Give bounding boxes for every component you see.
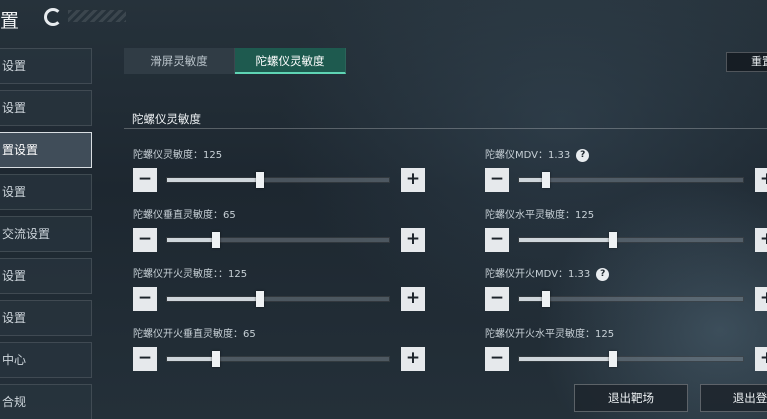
slider-handle[interactable]	[541, 172, 550, 188]
section-divider	[124, 128, 767, 129]
slider-handle[interactable]	[256, 291, 265, 307]
setting-label-text: 陀螺仪灵敏度：125	[133, 150, 223, 161]
decrease-button[interactable]: −	[485, 228, 509, 252]
slider-fill	[167, 238, 216, 242]
decrease-button[interactable]: −	[133, 168, 157, 192]
tab-bar: 滑屏灵敏度 陀螺仪灵敏度	[124, 48, 346, 74]
setting-label-text: 陀螺仪MDV：1.33	[485, 150, 571, 161]
setting-label-text: 陀螺仪开火垂直灵敏度：65	[133, 329, 256, 340]
slider-fill	[519, 238, 614, 242]
sidebar-item[interactable]: 设置	[0, 300, 92, 336]
sidebar-item[interactable]: 交流设置	[0, 216, 92, 252]
exit-range-button[interactable]: 退出靶场	[574, 384, 688, 412]
sidebar-item[interactable]: 合规	[0, 384, 92, 419]
slider-track[interactable]	[166, 291, 390, 307]
sidebar-item[interactable]: 设置	[0, 48, 92, 84]
increase-button[interactable]: +	[401, 168, 425, 192]
decrease-button[interactable]: −	[485, 168, 509, 192]
tab-gyro-sensitivity[interactable]: 陀螺仪灵敏度	[235, 48, 346, 74]
increase-button[interactable]: +	[401, 228, 425, 252]
slider-fill	[167, 297, 261, 301]
slider-track[interactable]	[166, 172, 390, 188]
decrease-button[interactable]: −	[485, 287, 509, 311]
slider-handle[interactable]	[256, 172, 265, 188]
slider-fill	[167, 178, 261, 182]
setting-label: 陀螺仪MDV：1.33?	[485, 146, 590, 162]
setting-label-text: 陀螺仪开火MDV：1.33	[485, 269, 591, 280]
increase-button[interactable]: +	[755, 228, 767, 252]
sidebar-item[interactable]: 设置	[0, 90, 92, 126]
setting-label-text: 陀螺仪水平灵敏度：125	[485, 210, 595, 221]
slider-track[interactable]	[518, 351, 744, 367]
section-title: 陀螺仪灵敏度	[132, 112, 201, 126]
decorative-stripe	[68, 10, 126, 22]
slider-fill	[519, 357, 614, 361]
sidebar-item[interactable]: 置设置	[0, 132, 92, 168]
setting-label-text: 陀螺仪开火水平灵敏度：125	[485, 329, 615, 340]
tab-swipe-sensitivity[interactable]: 滑屏灵敏度	[124, 48, 235, 74]
decrease-button[interactable]: −	[133, 228, 157, 252]
slider-track[interactable]	[166, 351, 390, 367]
setting-label: 陀螺仪开火水平灵敏度：125	[485, 325, 614, 340]
setting-label: 陀螺仪垂直灵敏度：65	[133, 206, 236, 221]
setting-label-text: 陀螺仪开火灵敏度：：125	[133, 269, 248, 280]
decrease-button[interactable]: −	[485, 347, 509, 371]
setting-label-text: 陀螺仪垂直灵敏度：65	[133, 210, 236, 221]
setting-label: 陀螺仪灵敏度：125	[133, 146, 222, 161]
logo-icon	[44, 8, 62, 26]
slider-track[interactable]	[518, 232, 744, 248]
slider-handle[interactable]	[609, 232, 618, 248]
increase-button[interactable]: +	[755, 347, 767, 371]
decrease-button[interactable]: −	[133, 347, 157, 371]
top-bar: 置	[0, 0, 130, 32]
slider-track[interactable]	[518, 291, 744, 307]
reset-button[interactable]: 重置	[726, 52, 767, 72]
increase-button[interactable]: +	[755, 287, 767, 311]
slider-handle[interactable]	[541, 291, 550, 307]
slider-track[interactable]	[166, 232, 390, 248]
slider-handle[interactable]	[211, 232, 220, 248]
increase-button[interactable]: +	[755, 168, 767, 192]
page-title: 置	[0, 10, 21, 32]
sidebar-item[interactable]: 设置	[0, 258, 92, 294]
help-icon[interactable]: ?	[576, 148, 590, 162]
increase-button[interactable]: +	[401, 347, 425, 371]
help-icon[interactable]: ?	[596, 267, 610, 281]
sidebar-item[interactable]: 中心	[0, 342, 92, 378]
setting-label: 陀螺仪开火MDV：1.33?	[485, 265, 610, 281]
slider-handle[interactable]	[211, 351, 220, 367]
sidebar-item[interactable]: 设置	[0, 174, 92, 210]
logout-button[interactable]: 退出登	[700, 384, 767, 412]
slider-fill	[167, 357, 216, 361]
slider-track[interactable]	[518, 172, 744, 188]
setting-label: 陀螺仪开火灵敏度：：125	[133, 265, 247, 280]
slider-handle[interactable]	[609, 351, 618, 367]
setting-label: 陀螺仪开火垂直灵敏度：65	[133, 325, 256, 340]
decrease-button[interactable]: −	[133, 287, 157, 311]
increase-button[interactable]: +	[401, 287, 425, 311]
setting-label: 陀螺仪水平灵敏度：125	[485, 206, 594, 221]
